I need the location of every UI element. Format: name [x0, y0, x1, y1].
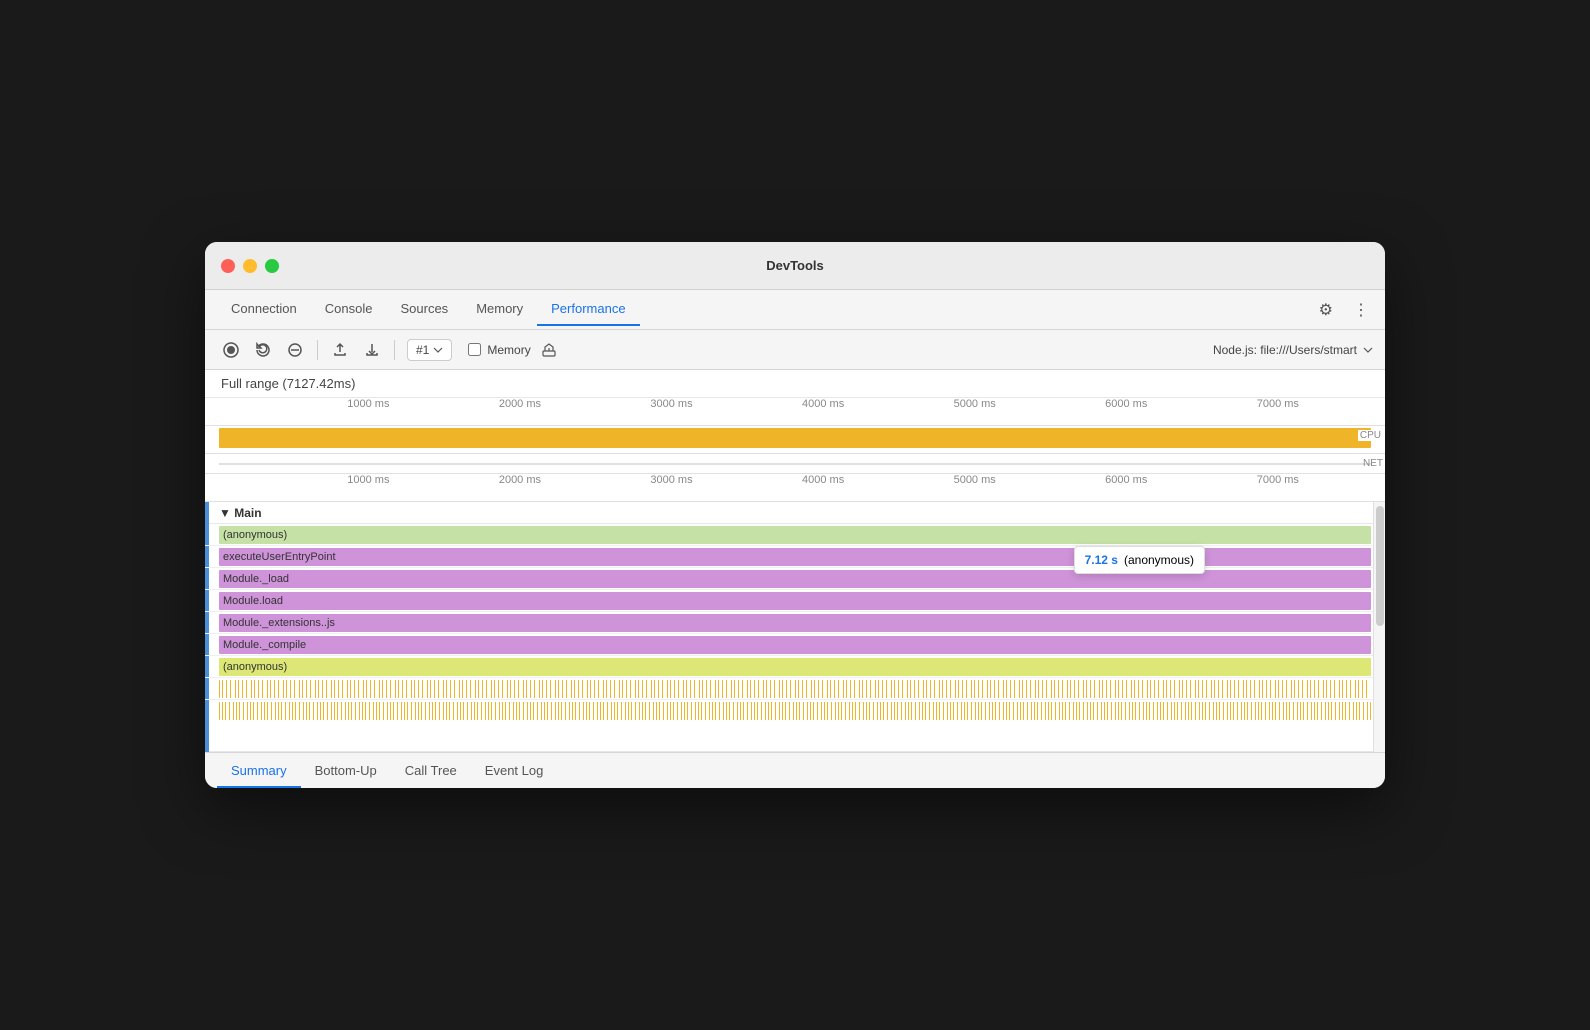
settings-button[interactable]: ⚙ — [1315, 296, 1337, 324]
memory-checkbox-label[interactable]: Memory — [468, 343, 530, 357]
flame-row-execute[interactable]: executeUserEntryPoint 7.12 s (anonymous) — [205, 546, 1385, 568]
clear-button[interactable] — [281, 338, 309, 362]
anonymous1-label: (anonymous) — [223, 529, 287, 541]
ruler2-1000: 1000 ms — [347, 474, 389, 486]
extensions-label: Module._extensions..js — [223, 617, 335, 629]
flame-row-module-load2[interactable]: Module.load — [205, 590, 1385, 612]
memory-checkbox-input[interactable] — [468, 343, 481, 356]
window-title: DevTools — [766, 258, 824, 273]
minimize-button[interactable] — [243, 259, 257, 273]
devtools-window: DevTools Connection Console Sources Memo… — [205, 242, 1385, 788]
empty-space — [205, 722, 1385, 752]
upload-button[interactable] — [326, 338, 354, 362]
scrollbar[interactable] — [1373, 502, 1385, 752]
ruler-5000: 5000 ms — [954, 398, 996, 410]
top-ruler: 1000 ms 2000 ms 3000 ms 4000 ms 5000 ms … — [205, 398, 1385, 426]
ruler2-7000: 7000 ms — [1257, 474, 1299, 486]
main-content: Full range (7127.42ms) 1000 ms 2000 ms 3… — [205, 370, 1385, 752]
bottom-tabs-bar: Summary Bottom-Up Call Tree Event Log — [205, 752, 1385, 788]
dense-bars-2 — [205, 700, 1385, 722]
tabs-bar: Connection Console Sources Memory Perfor… — [205, 290, 1385, 330]
performance-toolbar: #1 Memory Node.js: file:///Users/stmart — [205, 330, 1385, 370]
main-label: ▼ Main — [219, 506, 262, 520]
ruler2-3000: 3000 ms — [650, 474, 692, 486]
tab-call-tree[interactable]: Call Tree — [391, 757, 471, 788]
toolbar-divider-2 — [394, 340, 395, 360]
scrollbar-thumb[interactable] — [1376, 506, 1384, 626]
titlebar: DevTools — [205, 242, 1385, 290]
tab-event-log[interactable]: Event Log — [471, 757, 558, 788]
cpu-label: CPU — [1358, 430, 1383, 441]
ruler2-5000: 5000 ms — [954, 474, 996, 486]
download-button[interactable] — [358, 338, 386, 362]
more-button[interactable]: ⋮ — [1349, 296, 1373, 324]
toolbar-divider-1 — [317, 340, 318, 360]
tooltip-label: (anonymous) — [1124, 553, 1194, 567]
tooltip-time: 7.12 s — [1085, 553, 1118, 567]
flame-row-extensions[interactable]: Module._extensions..js — [205, 612, 1385, 634]
ruler-2000: 2000 ms — [499, 398, 541, 410]
range-header: Full range (7127.42ms) — [205, 370, 1385, 398]
net-label: NET — [1363, 458, 1383, 469]
tab-bottom-up[interactable]: Bottom-Up — [301, 757, 391, 788]
ruler2-6000: 6000 ms — [1105, 474, 1147, 486]
ruler-7000: 7000 ms — [1257, 398, 1299, 410]
ruler2-4000: 4000 ms — [802, 474, 844, 486]
reload-record-button[interactable] — [249, 338, 277, 362]
tab-connection[interactable]: Connection — [217, 293, 311, 326]
clean-button[interactable] — [535, 338, 563, 362]
record-button[interactable] — [217, 338, 245, 362]
module-load-label: Module._load — [223, 573, 289, 585]
anonymous2-label: (anonymous) — [223, 661, 287, 673]
node-selector[interactable]: Node.js: file:///Users/stmart — [1213, 343, 1373, 357]
session-label: #1 — [416, 343, 429, 357]
ruler2-2000: 2000 ms — [499, 474, 541, 486]
tabs-right-actions: ⚙ ⋮ — [1315, 296, 1373, 324]
tooltip: 7.12 s (anonymous) — [1074, 546, 1205, 574]
ruler-3000: 3000 ms — [650, 398, 692, 410]
dense-bars-1 — [205, 678, 1385, 700]
range-label: Full range (7127.42ms) — [221, 376, 355, 391]
flame-row-module-load[interactable]: Module._load — [205, 568, 1385, 590]
bottom-ruler: 1000 ms 2000 ms 3000 ms 4000 ms 5000 ms … — [205, 474, 1385, 502]
node-label: Node.js: file:///Users/stmart — [1213, 343, 1357, 357]
flame-row-anonymous1[interactable]: (anonymous) — [205, 524, 1385, 546]
ruler-1000: 1000 ms — [347, 398, 389, 410]
tab-memory[interactable]: Memory — [462, 293, 537, 326]
flame-row-anonymous2[interactable]: (anonymous) — [205, 656, 1385, 678]
maximize-button[interactable] — [265, 259, 279, 273]
module-load2-label: Module.load — [223, 595, 283, 607]
tab-sources[interactable]: Sources — [386, 293, 462, 326]
cpu-section: CPU — [205, 428, 1385, 454]
tab-summary[interactable]: Summary — [217, 757, 301, 788]
close-button[interactable] — [221, 259, 235, 273]
ruler-4000: 4000 ms — [802, 398, 844, 410]
session-selector[interactable]: #1 — [407, 339, 452, 361]
memory-checkbox-text: Memory — [487, 343, 530, 357]
execute-label: executeUserEntryPoint — [223, 551, 336, 563]
flame-chart: ▼ Main (anonymous) executeUserEntryPoint… — [205, 502, 1385, 752]
tab-console[interactable]: Console — [311, 293, 387, 326]
ruler-6000: 6000 ms — [1105, 398, 1147, 410]
main-section-header: ▼ Main — [205, 502, 1385, 524]
traffic-lights — [221, 259, 279, 273]
net-section: NET — [205, 454, 1385, 474]
tab-performance[interactable]: Performance — [537, 293, 639, 326]
compile-label: Module._compile — [223, 639, 306, 651]
flame-row-compile[interactable]: Module._compile — [205, 634, 1385, 656]
